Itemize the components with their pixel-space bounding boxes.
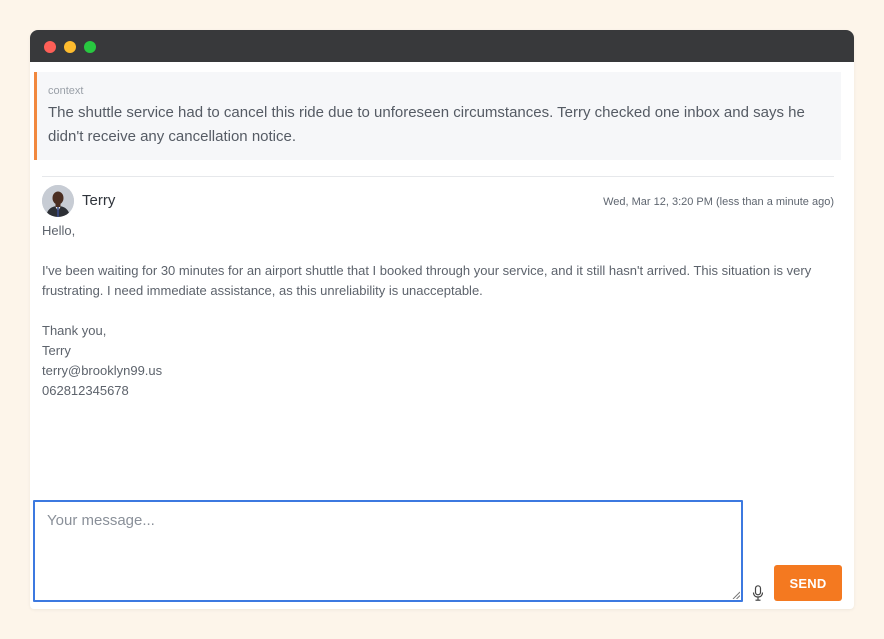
signature-name: Terry: [42, 343, 71, 358]
signature-phone: 062812345678: [42, 383, 129, 398]
signature-email: terry@brooklyn99.us: [42, 363, 163, 378]
send-button[interactable]: SEND: [774, 565, 842, 601]
message-greeting: Hello,: [42, 223, 76, 238]
divider: [42, 176, 834, 177]
context-text: The shuttle service had to cancel this r…: [48, 104, 805, 145]
message-timestamp: Wed, Mar 12, 3:20 PM (less than a minute…: [603, 196, 834, 208]
avatar: [42, 185, 74, 217]
message-closing: Thank you,: [42, 323, 107, 338]
context-panel: context The shuttle service had to cance…: [34, 72, 841, 160]
message-paragraph: I've been waiting for 30 minutes for an …: [42, 263, 812, 298]
microphone-icon[interactable]: [752, 585, 764, 601]
message-input[interactable]: [35, 502, 741, 600]
message-body: Hello, I've been waiting for 30 minutes …: [42, 221, 842, 401]
context-label: context: [48, 85, 84, 97]
message-composer: [33, 500, 743, 602]
user-avatar-icon: [42, 185, 74, 217]
window-titlebar: [30, 30, 854, 62]
sender-name: Terry: [82, 192, 116, 209]
resize-handle-icon[interactable]: [732, 591, 740, 599]
minimize-icon[interactable]: [64, 41, 76, 53]
maximize-icon[interactable]: [84, 41, 96, 53]
chat-window: context The shuttle service had to cance…: [30, 30, 854, 609]
close-icon[interactable]: [44, 41, 56, 53]
